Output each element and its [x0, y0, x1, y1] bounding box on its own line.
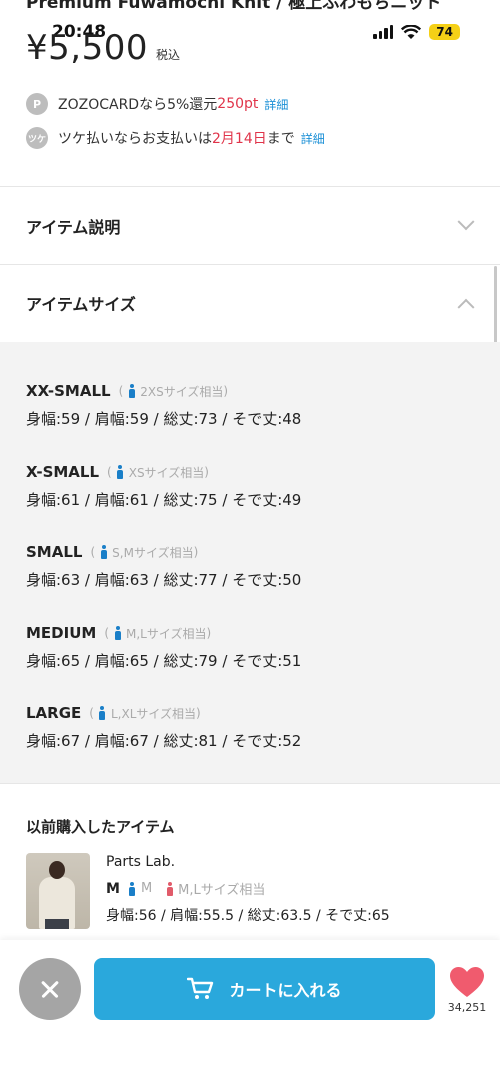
cart-icon	[187, 977, 214, 999]
tsuke-icon: ツケ	[26, 127, 48, 149]
size-dimensions: 身幅:65 / 肩幅:65 / 総丈:79 / そで丈:51	[26, 652, 302, 670]
size-name: SMALL	[26, 543, 83, 561]
size-list: XX-SMALL (2XSサイズ相当) 身幅:59 / 肩幅:59 / 総丈:7…	[0, 342, 500, 784]
points-icon: P	[26, 93, 48, 115]
divider	[0, 186, 500, 187]
favorite-button[interactable]: 34,251	[444, 966, 490, 1014]
size-note-text: XSサイズ相当	[128, 465, 205, 480]
accordion-item-description[interactable]: アイテム説明	[0, 188, 500, 264]
accordion-title: アイテム説明	[26, 218, 121, 237]
price: ¥5,500	[26, 28, 148, 68]
promo-text: ZOZOCARDなら5%還元	[58, 97, 218, 113]
previous-size-row: M M M,Lサイズ相当	[106, 879, 266, 899]
male-icon	[128, 384, 135, 398]
tax-label: 税込	[155, 48, 180, 62]
size-name: LARGE	[26, 704, 82, 722]
accordion-title: アイテムサイズ	[26, 295, 136, 314]
price-row: ¥5,500 税込	[26, 28, 180, 68]
promo-zozocard: P ZOZOCARDなら5%還元 250pt 詳細	[26, 93, 288, 115]
status-icons: 74	[373, 24, 460, 40]
chevron-down-icon	[457, 213, 475, 231]
promo-detail-link[interactable]: 詳細	[264, 96, 288, 113]
male-icon	[114, 626, 121, 640]
size-row: LARGE (L,XLサイズ相当) 身幅:67 / 肩幅:67 / 総丈:81 …	[26, 704, 301, 751]
size-dimensions: 身幅:59 / 肩幅:59 / 総丈:73 / そで丈:48	[26, 410, 302, 428]
size-dimensions: 身幅:63 / 肩幅:63 / 総丈:77 / そで丈:50	[26, 571, 302, 589]
promo-tsuke: ツケ ツケ払いならお支払いは 2月14日 まで 詳細	[26, 127, 325, 149]
male-icon	[117, 465, 124, 479]
heart-icon	[450, 967, 484, 997]
female-icon	[166, 881, 173, 896]
promo-date: 2月14日	[212, 131, 267, 147]
size-note: (M,Lサイズ相当)	[104, 626, 212, 641]
add-to-cart-button[interactable]: カートに入れる	[94, 958, 435, 1020]
size-note: (S,Mサイズ相当)	[90, 545, 199, 560]
size-note: (L,XLサイズ相当)	[89, 706, 201, 721]
previous-male-size: M	[140, 881, 153, 896]
male-icon	[100, 545, 107, 559]
size-note-text: M,Lサイズ相当	[126, 626, 207, 641]
signal-icon	[373, 25, 394, 39]
size-row: X-SMALL (XSサイズ相当) 身幅:61 / 肩幅:61 / 総丈:75 …	[26, 463, 301, 510]
product-thumbnail[interactable]	[26, 853, 90, 929]
male-icon	[99, 706, 106, 720]
previous-purchase-title: 以前購入したアイテム	[26, 818, 175, 836]
previous-brand: Parts Lab.	[106, 854, 176, 870]
size-note: (2XSサイズ相当)	[118, 384, 229, 399]
close-button[interactable]	[19, 958, 81, 1020]
product-title: Premium Fuwamochi Knit / 極上ふわもちニット	[26, 0, 442, 13]
promo-detail-link[interactable]: 詳細	[301, 130, 325, 147]
size-note-text: S,Mサイズ相当	[112, 545, 194, 560]
size-note-text: L,XLサイズ相当	[110, 706, 197, 721]
size-dimensions: 身幅:61 / 肩幅:61 / 総丈:75 / そで丈:49	[26, 491, 302, 509]
previous-dimensions: 身幅:56 / 肩幅:55.5 / 総丈:63.5 / そで丈:65	[106, 908, 390, 924]
chevron-up-icon	[457, 298, 475, 316]
bottom-action-bar: カートに入れる 34,251	[0, 940, 500, 1080]
accordion-item-sizes[interactable]: アイテムサイズ	[0, 265, 500, 341]
size-note-text: 2XSサイズ相当	[140, 384, 224, 399]
promo-text: ツケ払いならお支払いは	[58, 131, 212, 147]
previous-purchase-section: 以前購入したアイテム Parts Lab. M M M,Lサイズ相当 身幅:56…	[0, 784, 500, 940]
battery-indicator: 74	[429, 24, 460, 40]
promo-points: 250pt	[217, 96, 259, 112]
male-icon	[129, 881, 136, 896]
size-dimensions: 身幅:67 / 肩幅:67 / 総丈:81 / そで丈:52	[26, 732, 302, 750]
wifi-icon	[401, 24, 422, 39]
size-name: MEDIUM	[26, 624, 97, 642]
size-note: (XSサイズ相当)	[107, 465, 209, 480]
add-to-cart-label: カートに入れる	[229, 981, 342, 1000]
favorite-count: 34,251	[447, 1001, 487, 1014]
size-name: XX-SMALL	[26, 382, 111, 400]
promo-text-post: まで	[266, 131, 295, 147]
size-row: XX-SMALL (2XSサイズ相当) 身幅:59 / 肩幅:59 / 総丈:7…	[26, 382, 301, 429]
previous-size: M	[106, 880, 120, 897]
size-row: SMALL (S,Mサイズ相当) 身幅:63 / 肩幅:63 / 総丈:77 /…	[26, 543, 301, 590]
size-row: MEDIUM (M,Lサイズ相当) 身幅:65 / 肩幅:65 / 総丈:79 …	[26, 624, 301, 671]
size-name: X-SMALL	[26, 463, 100, 481]
previous-female-size: M,Lサイズ相当	[178, 883, 266, 898]
